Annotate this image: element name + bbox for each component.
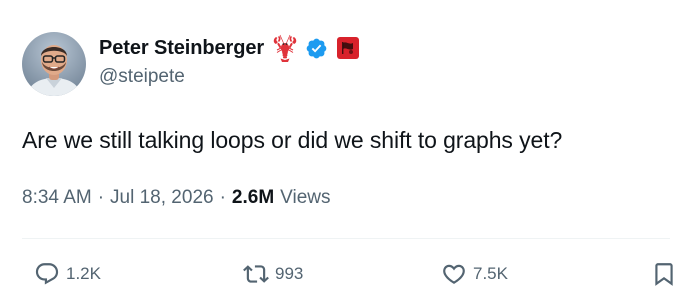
reply-icon: [34, 261, 60, 287]
like-button[interactable]: 7.5K: [441, 258, 508, 290]
tweet-date[interactable]: Jul 18, 2026: [110, 187, 214, 208]
verified-badge-icon[interactable]: [305, 37, 328, 60]
retweet-button[interactable]: 993: [243, 258, 303, 290]
meta-separator: ·: [97, 187, 105, 208]
author-name-row: Peter Steinberger: [99, 33, 360, 63]
views-count: 2.6M: [231, 187, 275, 208]
author-handle[interactable]: @steipete: [99, 66, 185, 88]
bookmark-button[interactable]: [651, 258, 677, 290]
author-display-name[interactable]: Peter Steinberger: [99, 37, 264, 60]
tweet-text: Are we still talking loops or did we shi…: [22, 127, 563, 153]
views-label: Views: [280, 187, 331, 208]
divider: [22, 238, 670, 239]
retweet-icon: [243, 261, 269, 287]
lobster-icon: [270, 33, 300, 63]
action-bar: 1.2K 993 7.5K: [0, 258, 690, 290]
like-count: 7.5K: [473, 264, 508, 283]
avatar[interactable]: [22, 32, 86, 96]
reply-button[interactable]: 1.2K: [34, 258, 101, 290]
tweet-time[interactable]: 8:34 AM: [22, 187, 92, 208]
meta-separator: ·: [219, 187, 226, 208]
bookmark-icon: [651, 261, 677, 287]
retweet-count: 993: [275, 264, 304, 283]
reply-count: 1.2K: [66, 264, 101, 283]
heart-icon: [441, 261, 467, 287]
tweet-meta: 8:34 AM · Jul 18, 2026 · 2.6M Views: [22, 187, 331, 209]
red-flag-badge-icon[interactable]: [337, 37, 360, 59]
tweet-card: Peter Steinberger @steipete Are we still…: [0, 0, 690, 298]
